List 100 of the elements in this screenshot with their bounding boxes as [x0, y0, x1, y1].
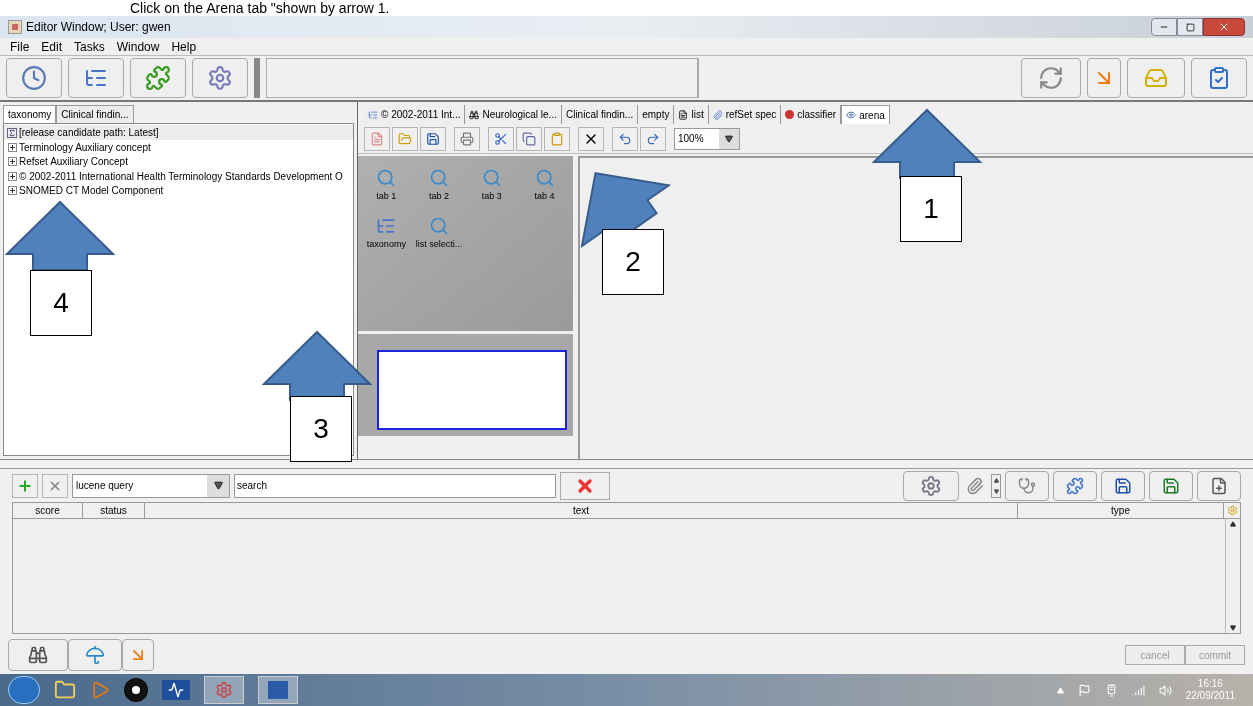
query-type-dropdown[interactable]: lucene query: [72, 473, 230, 498]
spinner[interactable]: [991, 473, 1001, 498]
sigma-icon: [7, 127, 17, 138]
tree-item[interactable]: Terminology Auxiliary concept: [19, 139, 151, 155]
expand-icon[interactable]: [8, 171, 17, 181]
tree-item[interactable]: Refset Auxiliary Concept: [19, 154, 128, 170]
tree-item[interactable]: © 2002-2011 International Health Terminology Standards Development O: [19, 168, 343, 184]
palette-item[interactable]: tab 3: [481, 190, 502, 204]
print-button[interactable]: [454, 126, 480, 151]
save-add-icon: [1162, 476, 1180, 495]
caret-icon: [725, 134, 733, 143]
history-button[interactable]: [6, 58, 62, 98]
add-button[interactable]: [12, 473, 38, 498]
zoom-dropdown[interactable]: 100%: [674, 127, 740, 150]
close-button[interactable]: [1203, 18, 1245, 36]
panel-tab[interactable]: taxonomy: [3, 105, 57, 123]
puzzle-icon: [145, 65, 171, 91]
maximize-button[interactable]: [1177, 18, 1203, 36]
undo-button[interactable]: [612, 126, 638, 151]
palette-item[interactable]: taxonomy: [366, 237, 406, 251]
tree-button[interactable]: [68, 58, 124, 98]
eye-icon: [846, 110, 857, 120]
down-arrow-icon: [993, 488, 999, 494]
folder-icon[interactable]: [54, 679, 76, 701]
umbrella-tab[interactable]: [68, 639, 122, 671]
puzzle-check-button[interactable]: [1053, 470, 1097, 501]
instruction-text: Click on the Arena tab "shown by arrow 1.: [130, 0, 390, 16]
search-icon: [376, 168, 397, 188]
paste-button[interactable]: [544, 126, 570, 151]
new-page-button[interactable]: [1197, 470, 1241, 501]
column-header[interactable]: type: [1018, 503, 1224, 518]
menu-item[interactable]: Window: [116, 37, 160, 56]
tray-button[interactable]: [1127, 58, 1185, 98]
tray-icon: [1144, 66, 1168, 90]
menu-item[interactable]: File: [10, 37, 30, 56]
new-file-button[interactable]: [364, 126, 390, 151]
remove-button[interactable]: [42, 473, 68, 498]
flag-icon[interactable]: [1077, 683, 1091, 697]
gear-search-button[interactable]: [192, 58, 248, 98]
palette-item[interactable]: tab 1: [376, 190, 397, 204]
gear-button[interactable]: [903, 470, 959, 501]
up-arrow-icon: [993, 477, 999, 483]
refresh-button[interactable]: [1021, 58, 1081, 98]
undo-icon: [618, 131, 632, 146]
cut-icon: [494, 131, 508, 146]
menu-item[interactable]: Help: [171, 37, 197, 56]
view-tab[interactable]: arena: [841, 105, 890, 124]
search-field[interactable]: search: [234, 473, 556, 498]
expand-icon[interactable]: [8, 157, 17, 167]
tree-label: [release candidate path: Latest]: [19, 126, 159, 140]
save-add-button[interactable]: [1149, 470, 1193, 501]
search-icon: [429, 215, 450, 236]
show-hidden-icon[interactable]: [1056, 686, 1064, 694]
redo-button[interactable]: [640, 126, 666, 151]
palette-item[interactable]: tab 2: [429, 190, 450, 204]
document-icon: [678, 109, 689, 120]
save-up-button[interactable]: [1101, 470, 1145, 501]
arrow-tab[interactable]: [122, 639, 154, 671]
column-header[interactable]: text: [145, 503, 1018, 518]
column-header[interactable]: status: [83, 503, 145, 518]
menu-item[interactable]: Tasks: [74, 37, 105, 56]
viewport-rectangle[interactable]: [377, 350, 567, 430]
checklist-icon: [1207, 66, 1231, 90]
menu-item[interactable]: Edit: [41, 37, 63, 56]
paperclip-icon: [712, 109, 723, 120]
scroll-down-icon[interactable]: [1230, 625, 1236, 631]
expand-icon[interactable]: [8, 186, 17, 196]
history-icon: [21, 65, 47, 91]
volume-icon[interactable]: [1158, 683, 1172, 697]
cut-button[interactable]: [488, 126, 514, 151]
delete-button[interactable]: [578, 126, 604, 151]
open-icon: [398, 131, 412, 146]
checklist-button[interactable]: [1191, 58, 1247, 98]
chart-icon[interactable]: [162, 680, 190, 700]
expand-icon[interactable]: [8, 142, 17, 152]
maximize-icon: [1185, 22, 1195, 32]
column-header[interactable]: score: [13, 503, 83, 518]
tree-root-row[interactable]: [release candidate path: Latest]: [4, 125, 353, 140]
palette-item[interactable]: tab 4: [534, 190, 555, 204]
copy-button[interactable]: [516, 126, 542, 151]
callout-box: 4: [30, 270, 92, 336]
start-button[interactable]: [8, 676, 40, 704]
arrow-button[interactable]: [1087, 58, 1121, 98]
clear-button[interactable]: [560, 471, 610, 500]
signal-icon[interactable]: [1131, 683, 1145, 697]
stethoscope-icon: [1018, 476, 1036, 495]
scroll-up-icon[interactable]: [1230, 521, 1236, 527]
media-player-icon[interactable]: [90, 680, 110, 700]
tree-item[interactable]: SNOMED CT Model Component: [19, 183, 164, 199]
panel-tab[interactable]: Clinical findin...: [56, 105, 134, 123]
print-icon: [460, 131, 474, 146]
palette-item[interactable]: list selecti...: [415, 237, 463, 251]
redo-icon: [646, 131, 660, 146]
callout-box: 2: [602, 229, 664, 295]
open-button[interactable]: [392, 126, 418, 151]
minimize-button[interactable]: [1151, 18, 1177, 36]
binoculars-tab[interactable]: [8, 639, 68, 671]
callout-box: 3: [290, 396, 352, 462]
save-button[interactable]: [420, 126, 446, 151]
puzzle-button[interactable]: [130, 58, 186, 98]
